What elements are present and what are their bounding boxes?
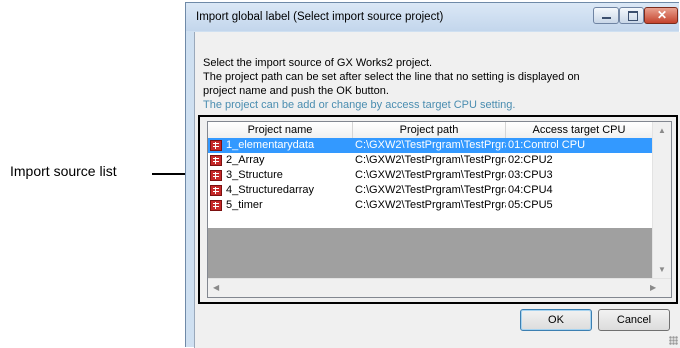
cancel-button[interactable]: Cancel — [598, 309, 670, 331]
description: Select the import source of GX Works2 pr… — [203, 56, 673, 98]
scroll-down-icon[interactable]: ▼ — [658, 266, 666, 274]
minimize-icon — [602, 17, 611, 19]
table-row[interactable]: 4_Structuredarray C:\GXW2\TestPrgram\Test… — [208, 183, 653, 198]
project-path-cell: C:\GXW2\TestPrgram\TestPrgra — [355, 169, 506, 181]
project-name-text: 3_Structure — [226, 169, 283, 181]
table-row[interactable]: 2_Array C:\GXW2\TestPrgram\TestPrgra 02:CP… — [208, 153, 653, 168]
column-header-project-name[interactable]: Project name — [208, 122, 353, 138]
window-title: Import global label (Select import sourc… — [196, 11, 444, 23]
dialog-body: Select the import source of GX Works2 pr… — [194, 32, 680, 348]
import-source-list-frame: Project name Project path Access target … — [198, 115, 678, 304]
dialog-window: Import global label (Select import sourc… — [185, 2, 680, 348]
table-row[interactable]: 5_timer C:\GXW2\TestPrgram\TestPrgra 05:CP… — [208, 198, 653, 213]
horizontal-scrollbar[interactable]: ◀ ▶ — [208, 278, 671, 297]
scroll-up-icon[interactable]: ▲ — [658, 127, 666, 135]
project-path-cell: C:\GXW2\TestPrgram\TestPrgra — [355, 154, 506, 166]
list-empty-area — [208, 228, 653, 278]
column-header-access-target-cpu[interactable]: Access target CPU — [506, 122, 653, 138]
import-source-list[interactable]: Project name Project path Access target … — [207, 121, 672, 298]
project-name-cell: 5_timer — [208, 198, 353, 213]
ok-button[interactable]: OK — [520, 309, 592, 331]
project-name-text: 1_elementarydata — [226, 139, 315, 151]
maximize-button[interactable] — [619, 7, 644, 24]
close-button[interactable]: ✕ — [644, 7, 678, 24]
access-target-cpu-cell: 05:CPU5 — [508, 199, 553, 211]
close-icon: ✕ — [657, 8, 668, 22]
callout-label: Import source list — [10, 163, 117, 179]
project-icon — [210, 170, 222, 181]
project-icon — [210, 200, 222, 211]
project-name-text: 2_Array — [226, 154, 265, 166]
scroll-right-icon[interactable]: ▶ — [650, 284, 656, 292]
project-name-text: 5_timer — [226, 199, 263, 211]
project-name-cell: 3_Structure — [208, 168, 353, 183]
column-header-project-path[interactable]: Project path — [353, 122, 506, 138]
title-bar: Import global label (Select import sourc… — [186, 3, 679, 31]
maximize-icon — [628, 11, 638, 21]
list-header: Project name Project path Access target … — [208, 122, 653, 139]
list-rows: 1_elementarydata C:\GXW2\TestPrgram\TestP… — [208, 138, 653, 213]
note-text: The project can be add or change by acce… — [203, 99, 516, 111]
minimize-button[interactable] — [593, 7, 619, 24]
table-row[interactable]: 3_Structure C:\GXW2\TestPrgram\TestPrgra 0… — [208, 168, 653, 183]
vertical-scrollbar[interactable]: ▲ ▼ — [652, 122, 671, 280]
project-path-cell: C:\GXW2\TestPrgram\TestPrgra — [355, 139, 506, 151]
access-target-cpu-cell: 04:CPU4 — [508, 184, 553, 196]
project-path-cell: C:\GXW2\TestPrgram\TestPrgra — [355, 199, 506, 211]
project-icon — [210, 140, 222, 151]
description-line-2: The project path can be set after select… — [203, 71, 580, 83]
project-path-cell: C:\GXW2\TestPrgram\TestPrgra — [355, 184, 506, 196]
project-name-cell: 2_Array — [208, 153, 353, 168]
description-line-3: project name and push the OK button. — [203, 85, 389, 97]
project-name-cell: 4_Structuredarray — [208, 183, 353, 198]
project-name-text: 4_Structuredarray — [226, 184, 315, 196]
project-icon — [210, 155, 222, 166]
project-icon — [210, 185, 222, 196]
access-target-cpu-cell: 03:CPU3 — [508, 169, 553, 181]
access-target-cpu-cell: 01:Control CPU — [508, 139, 586, 151]
resize-grip-icon[interactable] — [669, 336, 678, 345]
project-name-cell: 1_elementarydata — [208, 138, 353, 153]
description-line-1: Select the import source of GX Works2 pr… — [203, 57, 433, 69]
access-target-cpu-cell: 02:CPU2 — [508, 154, 553, 166]
scroll-left-icon[interactable]: ◀ — [213, 284, 219, 292]
table-row[interactable]: 1_elementarydata C:\GXW2\TestPrgram\TestP… — [208, 138, 653, 153]
